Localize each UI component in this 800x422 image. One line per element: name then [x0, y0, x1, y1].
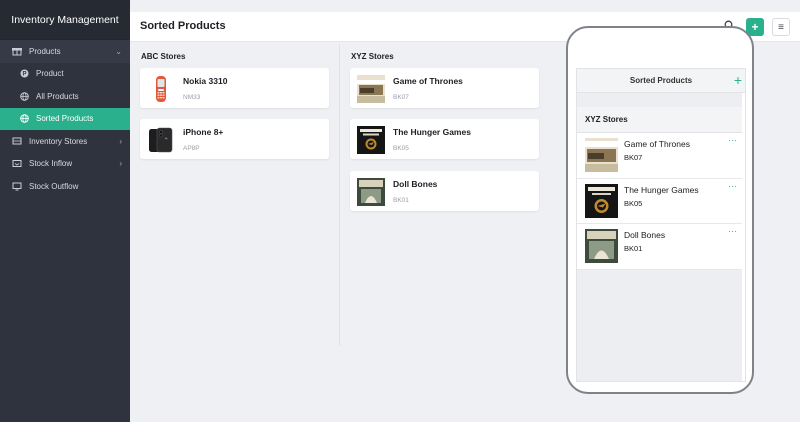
- book-cover-game-of-thrones: [585, 138, 618, 172]
- phone-add-button[interactable]: +: [734, 72, 742, 88]
- phone-product-name: Doll Bones: [624, 230, 666, 240]
- product-name: Doll Bones: [393, 179, 438, 189]
- product-name: Game of Thrones: [393, 76, 463, 86]
- phone-scrollbar[interactable]: [742, 93, 745, 381]
- sidebar-item-sorted-products[interactable]: Sorted Products: [0, 107, 130, 130]
- sidebar-item-label: Product: [36, 69, 64, 79]
- list-item[interactable]: Doll Bones BK01 ···: [577, 224, 745, 270]
- product-code: BK01: [393, 197, 409, 204]
- phone-product-code: BK07: [624, 153, 643, 162]
- phone-product-code: BK05: [624, 198, 643, 208]
- sidebar-item-products[interactable]: Products ⌄: [0, 40, 130, 63]
- hamburger-icon: ≡: [778, 21, 784, 33]
- sidebar: Inventory Management Products ⌄ P Produc…: [0, 0, 130, 422]
- product-name: The Hunger Games: [393, 127, 471, 137]
- phone-product-code: BK01: [624, 244, 643, 253]
- phone-header: Sorted Products +: [577, 69, 745, 93]
- sidebar-item-label: Products: [29, 46, 61, 56]
- list-item[interactable]: The Hunger Games BK05 ···: [577, 179, 745, 224]
- product-name: iPhone 8+: [183, 127, 224, 137]
- book-cover-game-of-thrones: [357, 75, 385, 103]
- sidebar-item-label: Sorted Products: [36, 114, 94, 124]
- phone-product-name: Game of Thrones: [624, 139, 690, 149]
- product-thumbnail-iphone: [147, 126, 175, 154]
- more-options-icon[interactable]: ···: [728, 226, 737, 236]
- more-options-icon[interactable]: ···: [728, 135, 737, 145]
- svg-text:P: P: [22, 72, 26, 78]
- phone-product-list: Game of Thrones BK07 ··· The Hunger Game…: [577, 133, 745, 270]
- product-card[interactable]: Doll Bones BK01: [350, 171, 539, 211]
- inflow-icon: [9, 159, 25, 168]
- column-title-abc: ABC Stores: [141, 52, 186, 61]
- list-item[interactable]: Game of Thrones BK07 ···: [577, 133, 745, 179]
- phone-page-title: Sorted Products: [629, 76, 693, 85]
- chevron-right-icon: ›: [119, 136, 122, 146]
- more-options-icon[interactable]: ···: [728, 181, 737, 191]
- book-cover-hunger-games: [357, 126, 385, 154]
- phone-product-name: The Hunger Games: [624, 184, 699, 195]
- gift-icon: [9, 46, 25, 56]
- product-code: NM33: [183, 94, 201, 101]
- product-card[interactable]: iPhone 8+ AP8P: [140, 119, 329, 159]
- sidebar-item-inventory-stores[interactable]: Inventory Stores ›: [0, 130, 130, 153]
- app-title: Inventory Management: [0, 0, 130, 40]
- plus-icon: +: [751, 20, 759, 34]
- sidebar-item-product[interactable]: P Product: [0, 63, 130, 86]
- product-card[interactable]: Nokia 3310 NM33: [140, 68, 329, 108]
- chevron-down-icon: ⌄: [115, 46, 122, 56]
- phone-preview: Sorted Products + XYZ Stores Game of Thr…: [566, 26, 754, 394]
- product-code: BK07: [393, 94, 409, 101]
- product-icon: P: [16, 69, 32, 78]
- product-code: AP8P: [183, 145, 200, 152]
- product-card[interactable]: The Hunger Games BK05: [350, 119, 539, 159]
- phone-screen: Sorted Products + XYZ Stores Game of Thr…: [576, 68, 746, 382]
- sidebar-item-stock-inflow[interactable]: Stock Inflow ›: [0, 153, 130, 176]
- product-name: Nokia 3310: [183, 76, 228, 86]
- column-title-xyz: XYZ Stores: [351, 52, 394, 61]
- column-divider: [339, 44, 340, 346]
- menu-button[interactable]: ≡: [772, 18, 790, 36]
- product-thumbnail-nokia: [147, 75, 175, 103]
- sidebar-item-all-products[interactable]: All Products: [0, 85, 130, 108]
- phone-store-title: XYZ Stores: [585, 115, 628, 124]
- sidebar-item-stock-outflow[interactable]: Stock Outflow: [0, 175, 130, 198]
- globe-icon: [16, 114, 32, 124]
- store-icon: [9, 137, 25, 146]
- phone-store-header: XYZ Stores: [577, 107, 745, 133]
- chevron-right-icon: ›: [119, 159, 122, 169]
- globe-icon: [16, 91, 32, 101]
- sidebar-item-label: Inventory Stores: [29, 136, 88, 146]
- product-card[interactable]: Game of Thrones BK07: [350, 68, 539, 108]
- book-cover-doll-bones: [585, 229, 618, 263]
- page-title: Sorted Products: [140, 20, 226, 32]
- sidebar-item-label: All Products: [36, 91, 79, 101]
- book-cover-hunger-games: [585, 183, 618, 218]
- monitor-icon: [9, 182, 25, 191]
- sidebar-item-label: Stock Inflow: [29, 159, 73, 169]
- product-code: BK05: [393, 145, 409, 152]
- book-cover-doll-bones: [357, 178, 385, 206]
- sidebar-item-label: Stock Outflow: [29, 181, 79, 191]
